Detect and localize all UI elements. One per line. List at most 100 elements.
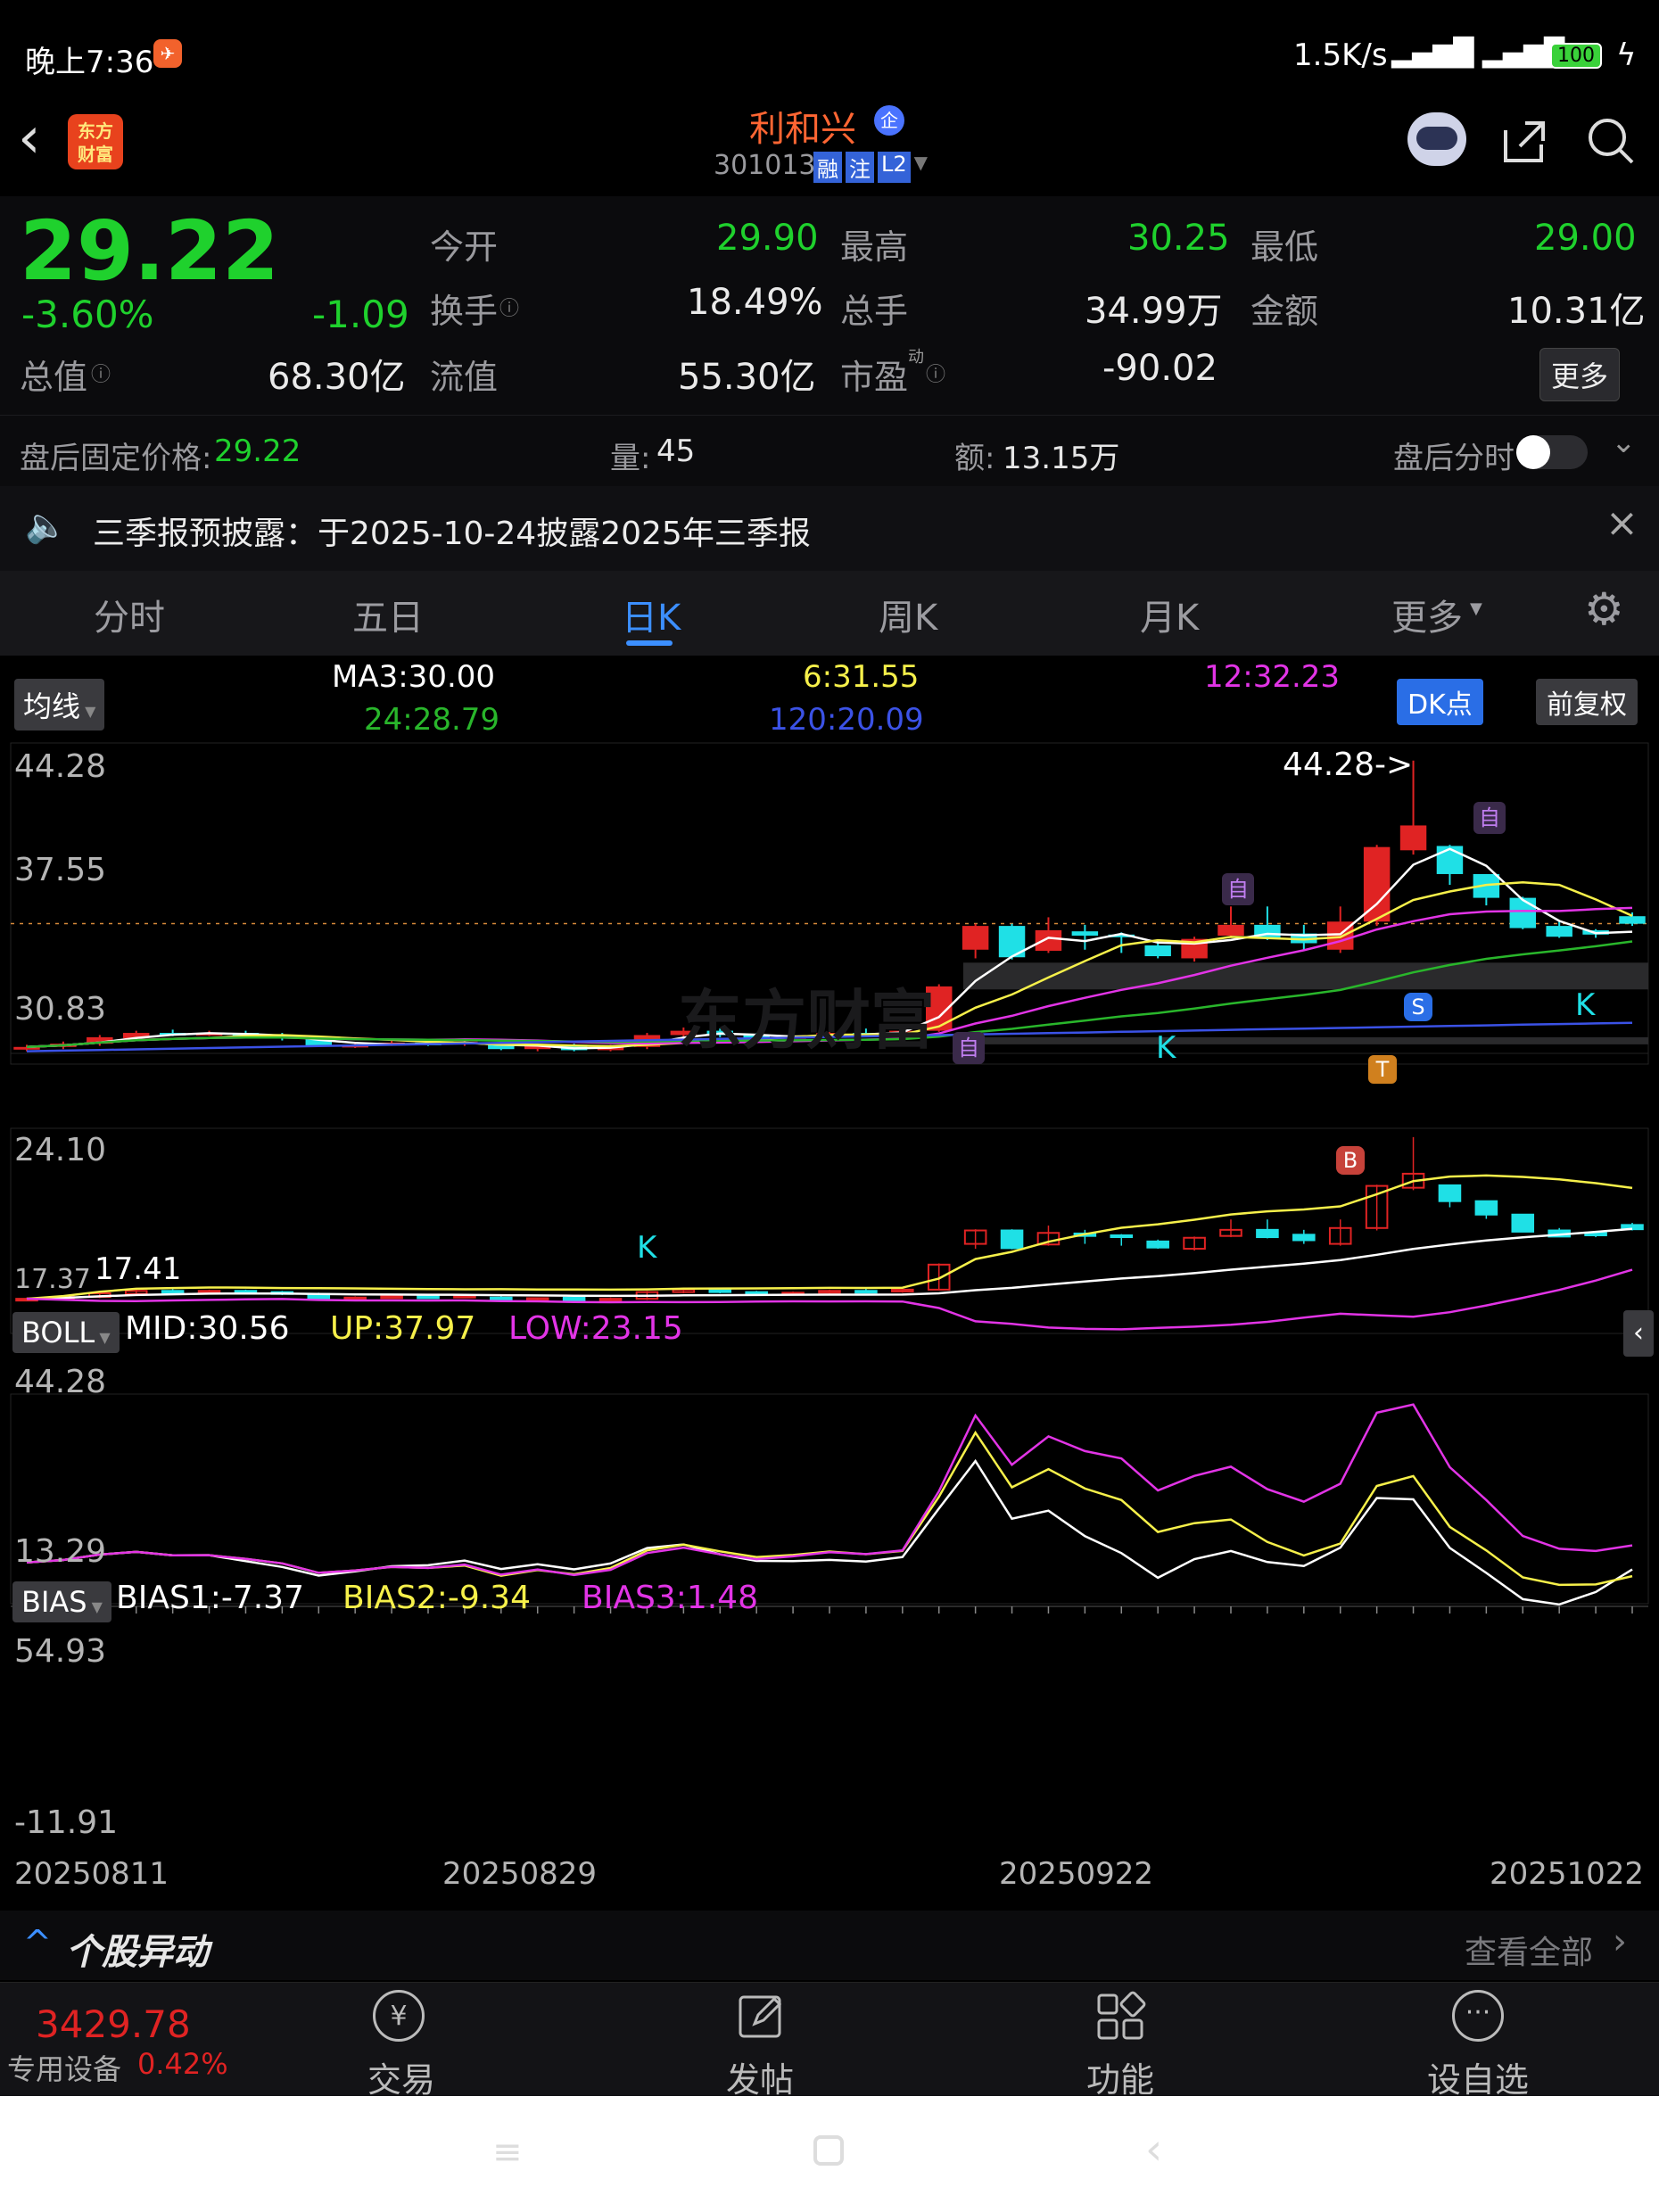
stock-code: 301013 xyxy=(714,150,816,181)
kline-chart-svg[interactable] xyxy=(0,656,1659,1911)
boll-candle-body xyxy=(1146,1240,1169,1249)
post-button[interactable]: 发帖 xyxy=(726,2052,794,2101)
min-price-note: 17.41 xyxy=(95,1251,182,1287)
back-icon[interactable]: ‹ xyxy=(1145,2125,1162,2175)
menu-icon[interactable]: ≡ xyxy=(492,2132,523,2173)
back-arrow-icon[interactable]: ‹ xyxy=(18,105,41,171)
boll-candle-body xyxy=(1474,1200,1498,1216)
boll-y-top: 44.28 xyxy=(14,1364,107,1400)
tab-monthly-k[interactable]: 月K xyxy=(1140,589,1199,640)
robot-assistant-icon[interactable] xyxy=(1407,112,1466,166)
boll-low: LOW:23.15 xyxy=(508,1310,683,1347)
tab-5day[interactable]: 五日 xyxy=(352,589,424,640)
tab-weekly-k[interactable]: 周K xyxy=(879,589,937,640)
low-value: 29.00 xyxy=(1534,218,1637,259)
x-date-4: 20251022 xyxy=(1490,1856,1645,1892)
after-vol: 45 xyxy=(656,433,696,469)
stock-tags[interactable]: 融 注 L2 ▼ xyxy=(813,152,928,183)
sector-name[interactable]: 专用设备 xyxy=(7,2047,121,2088)
settings-gear-icon[interactable]: ⚙ xyxy=(1584,583,1624,635)
y-label-3: 30.83 xyxy=(14,991,107,1028)
bias-selector[interactable]: BIAS ▼ xyxy=(12,1581,111,1622)
candle-body xyxy=(962,926,989,950)
candle-body xyxy=(1399,825,1427,851)
boll-candle-body xyxy=(562,1296,586,1302)
after-toggle[interactable] xyxy=(1516,435,1588,469)
self-marker[interactable]: 自 xyxy=(953,1032,985,1064)
volume-value: 34.99万 xyxy=(1085,291,1223,332)
low-label: 最低 xyxy=(1250,227,1319,267)
y-label-4: 24.10 xyxy=(14,1132,107,1168)
boll-candle-body xyxy=(1000,1229,1024,1250)
x-date-3: 20250922 xyxy=(999,1856,1154,1892)
boll-candle-body xyxy=(1438,1184,1462,1202)
boll-selector-label: BOLL xyxy=(21,1316,95,1349)
candle-body xyxy=(1546,926,1572,937)
add-watchlist-button[interactable]: 设自选 xyxy=(1427,2052,1529,2101)
mktcap-value: 68.30亿 xyxy=(268,357,406,398)
trade-icon[interactable]: ¥ xyxy=(373,1990,425,2042)
boll-up-line xyxy=(26,1174,1633,1300)
app-logo[interactable]: 东方 财富 xyxy=(68,114,123,169)
stock-name: 利和兴 xyxy=(749,109,856,150)
sell-marker[interactable]: S xyxy=(1404,993,1432,1021)
tag-margin: 融 xyxy=(813,152,842,183)
info-icon[interactable]: ⓘ xyxy=(91,359,111,387)
bias2-value: BIAS2:-9.34 xyxy=(343,1580,531,1616)
bias-selector-label: BIAS xyxy=(21,1585,87,1619)
tab-intraday[interactable]: 分时 xyxy=(94,589,165,640)
y-label-top: 44.28 xyxy=(14,748,107,785)
boll-selector[interactable]: BOLL ▼ xyxy=(12,1312,120,1353)
open-value: 29.90 xyxy=(716,218,819,259)
k-marker[interactable]: K xyxy=(637,1230,656,1266)
info-icon[interactable]: ⓘ xyxy=(499,293,519,321)
boll-candle-body xyxy=(1256,1228,1279,1239)
close-icon[interactable]: × xyxy=(1605,500,1638,546)
collapse-arrow-icon[interactable]: ‹ xyxy=(1623,1310,1654,1357)
after-amt-label: 额: xyxy=(954,441,995,476)
boll-candle-body xyxy=(854,1290,878,1294)
speaker-icon: 🔈 xyxy=(25,506,68,545)
movement-row[interactable]: ^ 个股异动 查看全部 › xyxy=(0,1911,1659,1980)
post-icon[interactable] xyxy=(733,1988,790,2045)
buy-marker[interactable]: B xyxy=(1336,1146,1365,1175)
amount-label: 金额 xyxy=(1250,292,1319,331)
share-icon[interactable] xyxy=(1498,114,1552,168)
self-marker[interactable]: 自 xyxy=(1222,873,1254,905)
function-icon[interactable] xyxy=(1094,1990,1147,2043)
stock-header: ‹ 东方 财富 利和兴 企 301013 融 注 L2 ▼ xyxy=(0,98,1659,196)
boll-candle-body xyxy=(1292,1234,1316,1242)
volume-label: 总手 xyxy=(840,292,909,331)
watchlist-icon[interactable]: ··· xyxy=(1452,1990,1504,2042)
battery-icon: 100 xyxy=(1550,43,1602,69)
quote-panel: 29.22 -3.60% -1.09 总值 ⓘ 68.30亿 今开 29.90 … xyxy=(0,196,1659,415)
view-all-link[interactable]: 查看全部 xyxy=(1465,1927,1593,1973)
chevron-up-icon: ^ xyxy=(23,1923,52,1962)
self-marker[interactable]: 自 xyxy=(1473,802,1506,834)
chevron-down-icon[interactable]: ⌄ xyxy=(1611,425,1637,460)
resistance-band xyxy=(963,962,1648,990)
tab-daily-k[interactable]: 日K xyxy=(622,589,681,640)
high-value: 30.25 xyxy=(1127,218,1230,259)
open-label: 今开 xyxy=(430,227,499,267)
candle-body xyxy=(1217,924,1244,937)
function-button[interactable]: 功能 xyxy=(1086,2052,1154,2101)
boll-y-bottom: 13.29 xyxy=(14,1533,107,1570)
t-marker[interactable]: T xyxy=(1368,1055,1397,1084)
notice-bar[interactable]: 🔈 三季报预披露：于2025-10-24披露2025年三季报 × xyxy=(0,486,1659,571)
watermark: 东方财富 xyxy=(678,983,936,1058)
info-icon[interactable]: ⓘ xyxy=(926,359,945,387)
tab-more[interactable]: 更多 xyxy=(1391,589,1463,640)
support-band xyxy=(963,1036,1648,1044)
k-marker[interactable]: K xyxy=(1156,1030,1176,1066)
k-marker[interactable]: K xyxy=(1575,987,1595,1023)
after-vol-label: 量: xyxy=(610,441,651,476)
status-time: 晚上7:36 xyxy=(25,45,154,80)
home-icon[interactable] xyxy=(813,2135,844,2166)
trade-button[interactable]: 交易 xyxy=(367,2052,435,2101)
more-button[interactable]: 更多 xyxy=(1539,348,1621,401)
kline-chart-area: 均线 ▼ MA3:30.00 6:31.55 12:32.23 24:28.79… xyxy=(0,656,1659,1911)
search-icon[interactable] xyxy=(1584,114,1638,168)
index-value[interactable]: 3429.78 xyxy=(36,2002,191,2046)
candle-body xyxy=(1035,929,1062,951)
